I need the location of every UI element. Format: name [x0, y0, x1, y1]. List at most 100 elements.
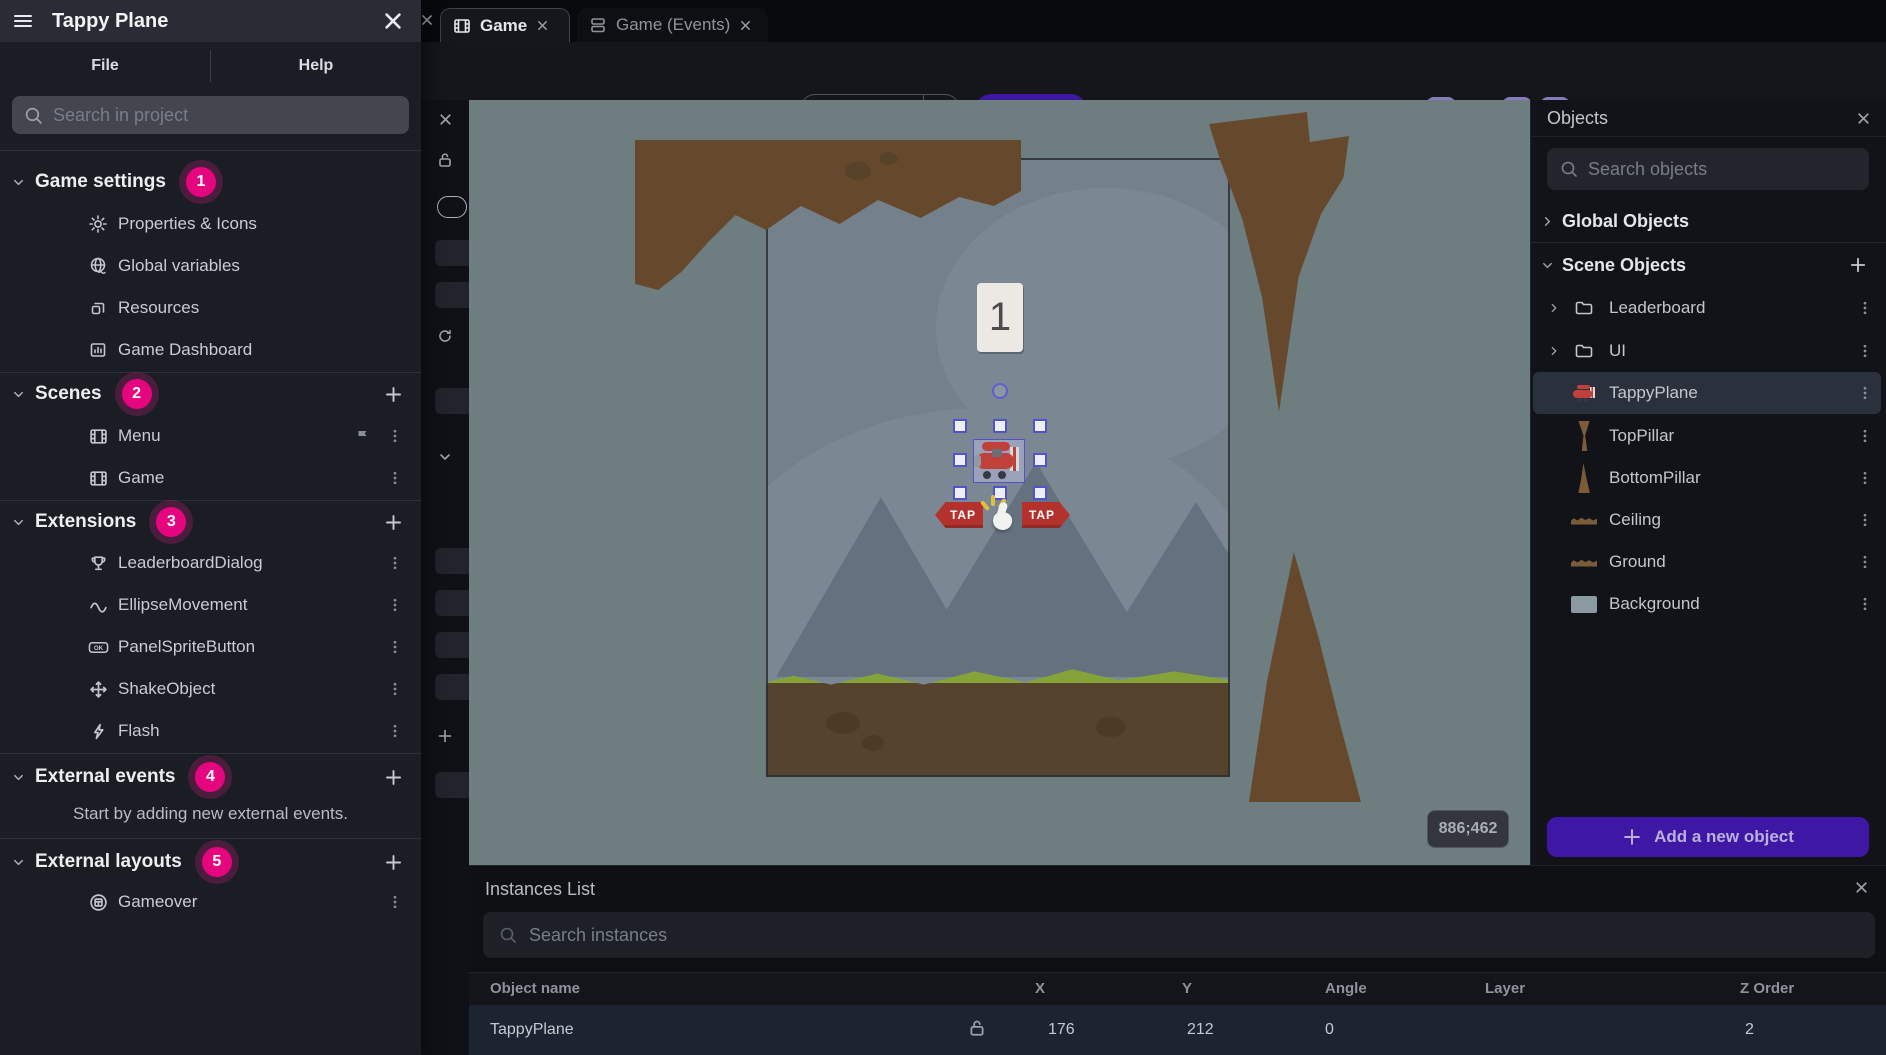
hamburger-menu-icon[interactable] [12, 10, 34, 32]
kebab-menu-icon[interactable] [387, 681, 403, 697]
section-external-events[interactable]: External events 4 [0, 756, 421, 798]
kebab-menu-icon[interactable] [1857, 428, 1873, 444]
object-row-background[interactable]: Background [1533, 583, 1881, 625]
add-extension-button[interactable] [384, 513, 403, 532]
panel-pill-button[interactable] [437, 196, 467, 218]
item-scene-game[interactable]: Game [0, 457, 421, 499]
kebab-menu-icon[interactable] [1857, 343, 1873, 359]
tab-game-close-icon[interactable] [536, 19, 549, 32]
plus-icon[interactable] [430, 728, 460, 744]
drawer-close-icon[interactable] [383, 11, 409, 31]
panel-field[interactable] [435, 240, 469, 266]
kebab-menu-icon[interactable] [387, 639, 403, 655]
section-game-settings[interactable]: Game settings 1 [0, 161, 421, 203]
item-resources[interactable]: Resources [0, 287, 421, 329]
lock-open-icon[interactable] [430, 152, 460, 168]
selection-handle[interactable] [993, 419, 1007, 433]
kebab-menu-icon[interactable] [1857, 385, 1873, 401]
hidden-tab-close-icon[interactable] [420, 13, 434, 27]
item-scene-menu[interactable]: Menu [0, 415, 421, 457]
kebab-menu-icon[interactable] [387, 555, 403, 571]
panel-field[interactable] [435, 282, 469, 308]
instance-row-tappyplane[interactable]: TappyPlane 176 212 0 2 [469, 1006, 1886, 1055]
lock-open-icon[interactable] [968, 1019, 986, 1037]
scene-objects-section[interactable]: Scene Objects [1531, 246, 1886, 284]
add-external-layout-button[interactable] [384, 853, 403, 872]
file-menu-button[interactable]: File [0, 57, 210, 75]
item-panelspritebutton[interactable]: OK PanelSpriteButton [0, 626, 421, 668]
selection-handle[interactable] [1033, 419, 1047, 433]
item-global-variables[interactable]: Global variables [0, 245, 421, 287]
item-properties-icons[interactable]: Properties & Icons [0, 203, 421, 245]
instances-search-field[interactable] [483, 912, 1875, 958]
item-game-dashboard[interactable]: Game Dashboard [0, 329, 421, 371]
selection-handle[interactable] [953, 453, 967, 467]
item-shakeobject[interactable]: ShakeObject [0, 668, 421, 710]
panel-close-icon[interactable] [430, 112, 460, 127]
kebab-menu-icon[interactable] [1857, 470, 1873, 486]
object-row-ui[interactable]: UI [1533, 330, 1881, 372]
kebab-menu-icon[interactable] [1857, 554, 1873, 570]
add-external-events-button[interactable] [384, 768, 403, 787]
object-row-tappyplane[interactable]: TappyPlane [1533, 372, 1881, 414]
objects-search-input[interactable] [1588, 159, 1856, 180]
rotate-handle[interactable] [992, 383, 1008, 399]
object-row-toppillar[interactable]: TopPillar [1533, 415, 1881, 457]
selection-handle[interactable] [1033, 486, 1047, 500]
global-objects-section[interactable]: Global Objects [1531, 202, 1886, 240]
help-menu-button[interactable]: Help [211, 57, 421, 75]
project-search-input[interactable] [53, 105, 397, 126]
object-row-leaderboard[interactable]: Leaderboard [1533, 287, 1881, 329]
tab-game-events-close-icon[interactable] [739, 19, 752, 32]
instance-y[interactable]: 212 [1187, 1021, 1214, 1039]
item-leaderboarddialog[interactable]: LeaderboardDialog [0, 542, 421, 584]
panel-field[interactable] [435, 772, 469, 798]
scene-canvas[interactable]: 1 TAP TAP [469, 100, 1530, 865]
selection-handle[interactable] [1033, 453, 1047, 467]
instance-x[interactable]: 176 [1048, 1021, 1075, 1039]
kebab-menu-icon[interactable] [387, 723, 403, 739]
gdevelop-window: Game Game (Events) Preview [0, 0, 1886, 1055]
project-search-field[interactable] [12, 96, 409, 134]
selection-handle[interactable] [953, 419, 967, 433]
section-external-layouts[interactable]: External layouts 5 [0, 841, 421, 883]
kebab-menu-icon[interactable] [1857, 596, 1873, 612]
onboarding-badge-5: 5 [202, 847, 232, 877]
chevron-down-icon[interactable] [430, 450, 460, 464]
objects-search-field[interactable] [1547, 148, 1869, 190]
kebab-menu-icon[interactable] [1857, 300, 1873, 316]
instances-search-input[interactable] [529, 925, 1859, 946]
item-ellipsemovement[interactable]: EllipseMovement [0, 584, 421, 626]
panel-field[interactable] [435, 388, 469, 414]
object-row-ground[interactable]: Ground [1533, 541, 1881, 583]
kebab-menu-icon[interactable] [387, 597, 403, 613]
item-flash[interactable]: Flash [0, 710, 421, 752]
tab-game-events[interactable]: Game (Events) [577, 8, 768, 42]
panel-field[interactable] [435, 590, 469, 616]
instance-angle[interactable]: 0 [1325, 1021, 1334, 1039]
panel-field[interactable] [435, 548, 469, 574]
kebab-menu-icon[interactable] [1857, 512, 1873, 528]
add-new-object-button[interactable]: Add a new object [1547, 817, 1869, 857]
instance-z-order[interactable]: 2 [1745, 1021, 1754, 1039]
kebab-menu-icon[interactable] [387, 470, 403, 486]
refresh-icon[interactable] [430, 328, 460, 344]
object-row-bottompillar[interactable]: BottomPillar [1533, 457, 1881, 499]
add-scene-button[interactable] [384, 385, 403, 404]
section-scenes[interactable]: Scenes 2 [0, 373, 421, 415]
object-label: UI [1601, 341, 1857, 361]
column-object-name: Object name [490, 980, 580, 997]
objects-panel-close-icon[interactable] [1856, 111, 1871, 126]
section-extensions[interactable]: Extensions 3 [0, 501, 421, 543]
kebab-menu-icon[interactable] [387, 894, 403, 910]
instances-close-icon[interactable] [1854, 880, 1869, 895]
panel-field[interactable] [435, 632, 469, 658]
selection-handle[interactable] [953, 486, 967, 500]
kebab-menu-icon[interactable] [387, 428, 403, 444]
tappy-plane-instance[interactable] [973, 439, 1025, 483]
object-row-ceiling[interactable]: Ceiling [1533, 499, 1881, 541]
panel-field[interactable] [435, 674, 469, 700]
add-object-plus-icon[interactable] [1849, 256, 1877, 274]
item-gameover[interactable]: Gameover [0, 881, 421, 923]
tab-game[interactable]: Game [440, 8, 570, 42]
